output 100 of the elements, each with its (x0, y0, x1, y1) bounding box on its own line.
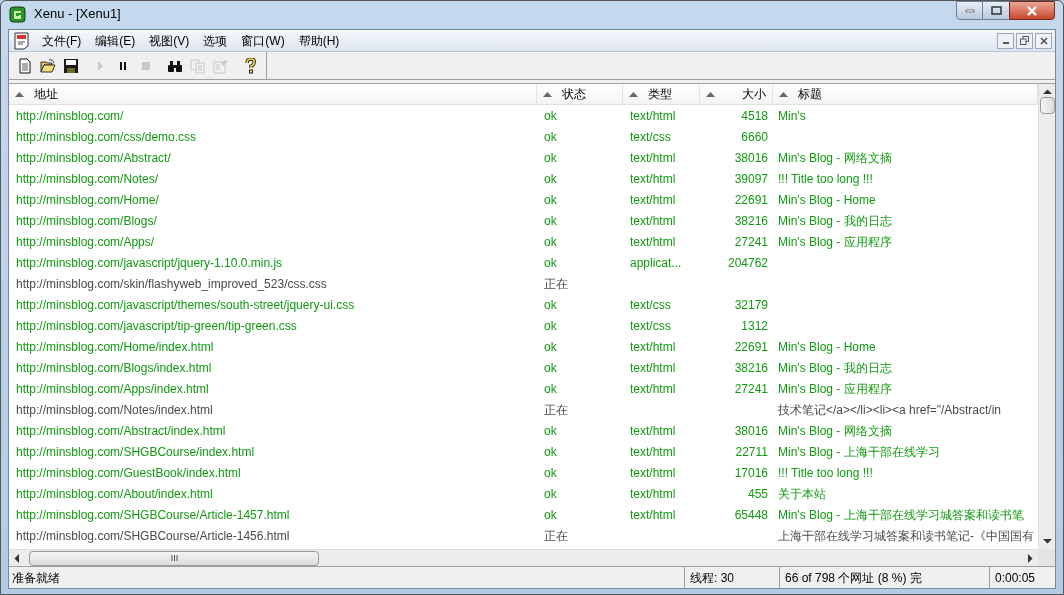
column-header[interactable]: 类型 (623, 84, 700, 104)
scrollbar-thumb[interactable] (29, 550, 319, 566)
table-cell: 204762 (727, 255, 768, 270)
status-text: 0:00:05 (995, 569, 1036, 587)
restore-icon (1020, 36, 1029, 45)
restore-button[interactable] (1016, 32, 1033, 49)
properties-icon (213, 57, 229, 74)
table-cell: 38216 (734, 360, 768, 375)
table-cell: http://minsblog.com/Notes/ (16, 171, 159, 186)
status-text: 66 of 798 个网址 (8 %) 完 (785, 569, 922, 587)
copy-icon (190, 57, 206, 74)
table-cell: ok (544, 129, 557, 144)
menu-item[interactable]: 窗口(W) (234, 31, 292, 50)
column-header[interactable]: 大小 (700, 84, 773, 104)
table-cell: text/html (630, 381, 676, 396)
column-header[interactable]: 状态 (537, 84, 623, 104)
table-cell: text/html (630, 507, 676, 522)
table-cell: text/css (630, 318, 671, 333)
minimize-icon (964, 8, 975, 13)
table-cell: http://minsblog.com/Apps/index.html (16, 381, 209, 396)
table-cell: 65448 (734, 507, 768, 522)
table-cell: 正在 (544, 528, 568, 543)
scrollbar-thumb[interactable] (1039, 97, 1055, 114)
document-icon (13, 31, 31, 50)
table-cell: http://minsblog.com/Notes/index.html (16, 402, 213, 417)
table-cell: http://minsblog.com/Home/index.html (16, 339, 214, 354)
table-cell: !!! Title too long !!! (778, 465, 873, 480)
table-cell: 38216 (734, 213, 768, 228)
table-cell: http://minsblog.com/Abstract/ (16, 150, 171, 165)
table-cell: 1312 (741, 318, 768, 333)
scroll-down-icon[interactable] (1042, 539, 1052, 544)
maximize-button[interactable] (983, 1, 1009, 20)
close-icon (1039, 36, 1048, 45)
menu-item[interactable]: 视图(V) (142, 31, 197, 50)
table-cell: 正在 (544, 402, 568, 417)
table-cell: 39097 (734, 171, 768, 186)
menu-item[interactable]: 编辑(E) (88, 31, 143, 50)
scroll-right-icon[interactable] (1028, 553, 1033, 563)
scroll-up-icon[interactable] (1042, 89, 1052, 94)
table-cell: ok (544, 381, 557, 396)
question-mark-icon (242, 57, 258, 74)
table-cell: text/html (630, 360, 676, 375)
maximize-icon (990, 6, 1002, 15)
table-cell: 正在 (544, 276, 568, 291)
table-cell: text/html (630, 339, 676, 354)
table-cell: Min's Blog - 上海干部在线学习城答案和读书笔 (778, 507, 1024, 522)
menu-item[interactable]: 帮助(H) (291, 31, 347, 50)
table-cell: 38016 (734, 423, 768, 438)
table-cell: http://minsblog.com/SHGBCourse/Article-1457.html (16, 507, 290, 522)
table-cell: 27241 (734, 234, 768, 249)
minimize-button[interactable] (956, 1, 983, 20)
table-cell: ok (544, 465, 557, 480)
app-icon (9, 5, 26, 23)
table-cell: ok (544, 234, 557, 249)
table-cell: text/html (630, 192, 676, 207)
document-icon (17, 57, 33, 74)
vertical-scrollbar[interactable] (1038, 84, 1055, 549)
table-cell: http://minsblog.com/javascript/tip-green/tip-green.css (16, 318, 297, 333)
table-cell: Min's Blog - 我的日志 (778, 213, 892, 228)
table-cell: Min's Blog - 网络文摘 (778, 423, 892, 438)
close-button[interactable] (1035, 32, 1052, 49)
table-cell: http://minsblog.com/Home/ (16, 192, 159, 207)
close-button[interactable] (1009, 1, 1055, 20)
table-cell: ok (544, 486, 557, 501)
table-cell: 关于本站 (778, 486, 826, 501)
table-cell: 27241 (734, 381, 768, 396)
table-cell: text/html (630, 108, 676, 123)
table-cell: ok (544, 507, 557, 522)
horizontal-scrollbar[interactable] (9, 549, 1038, 566)
table-cell: ok (544, 171, 557, 186)
table-cell: http://minsblog.com/Abstract/index.html (16, 423, 226, 438)
scroll-left-icon[interactable] (14, 553, 19, 563)
table-cell: text/css (630, 129, 671, 144)
table-cell: Min's Blog - Home (778, 339, 876, 354)
table-cell: http://minsblog.com/GuestBook/index.html (16, 465, 241, 480)
table-cell: http://minsblog.com/javascript/jquery-1.10.0.min.js (16, 255, 283, 270)
window-title: Xenu - [Xenu1] (34, 5, 121, 24)
table-cell: text/html (630, 150, 676, 165)
table-cell: ok (544, 318, 557, 333)
table-cell: http://minsblog.com/skin/flashyweb_improved_523/css.css (16, 276, 327, 291)
table-cell: 技术笔记</a></li><li><a href="/Abstract/in (778, 402, 1002, 417)
table-cell: applicat... (630, 255, 682, 270)
table-cell: ok (544, 255, 557, 270)
table-cell: text/html (630, 234, 676, 249)
menu-item[interactable]: 选项 (196, 31, 235, 50)
grip-icon (170, 555, 178, 561)
table-cell: 32179 (734, 297, 768, 312)
table-cell: ok (544, 444, 557, 459)
table-cell: 455 (747, 486, 768, 501)
minimize-button[interactable] (997, 32, 1014, 49)
table-cell: http://minsblog.com/SHGBCourse/Article-1456.html (16, 528, 290, 543)
table-cell: 17016 (734, 465, 768, 480)
column-header[interactable]: 地址 (9, 84, 537, 104)
menu-item[interactable]: 文件(F) (35, 31, 89, 50)
table-cell: 4518 (741, 108, 768, 123)
table-cell: Min's Blog - 应用程序 (778, 381, 892, 396)
table-cell: text/css (630, 297, 671, 312)
status-text: 准备就绪 (12, 569, 60, 587)
table-cell: http://minsblog.com/About/index.html (16, 486, 213, 501)
table-cell: Min's Blog - Home (778, 192, 876, 207)
